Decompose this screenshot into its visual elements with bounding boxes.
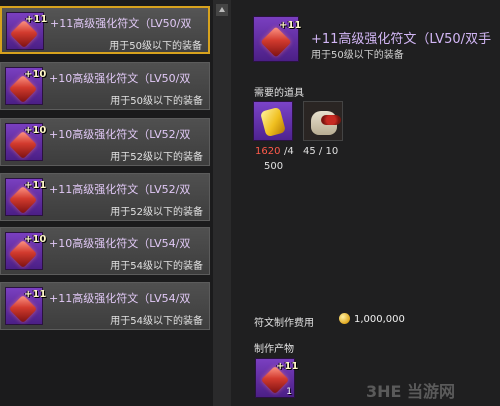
rune-level: +11: [276, 361, 299, 372]
product-label: 制作产物: [254, 344, 294, 355]
required-item-count: 45 / 10: [303, 146, 339, 157]
item-desc: 用于52级以下的装备: [110, 152, 203, 163]
product-rune-icon[interactable]: +11 1: [255, 358, 299, 398]
list-item[interactable]: +11 +11高级强化符文（LV52/双 用于52级以下的装备: [0, 173, 210, 221]
bag-icon: [311, 111, 341, 135]
item-desc: 用于54级以下的装备: [110, 316, 203, 327]
rune-level: +10: [24, 125, 47, 136]
item-desc: 用于52级以下的装备: [110, 207, 203, 218]
gem-icon: [260, 26, 292, 58]
item-title: +11高级强化符文（LV54/双: [49, 292, 191, 305]
rune-level: +10: [24, 69, 47, 80]
item-title: +10高级强化符文（LV50/双: [49, 72, 191, 85]
required-item-slot[interactable]: [253, 101, 293, 141]
detail-desc: 用于50级以下的装备: [311, 50, 404, 61]
bag-contents-icon: [321, 115, 341, 125]
rune-level: +10: [24, 234, 47, 245]
required-item-need-2: 500: [264, 161, 284, 172]
required-item-need: /4: [284, 146, 294, 157]
scroll-up-icon[interactable]: [216, 4, 228, 16]
item-title: +10高级强化符文（LV54/双: [49, 237, 191, 250]
rune-level: +11: [24, 180, 47, 191]
list-item[interactable]: +10 +10高级强化符文（LV50/双 用于50级以下的装备: [0, 62, 210, 110]
rune-icon: +11: [5, 287, 47, 325]
recipe-detail: +11 +11高级强化符文（LV50/双手 用于50级以下的装备 需要的道具 1…: [235, 0, 500, 406]
detail-rune-icon: +11: [253, 16, 302, 62]
required-item-have: 1620: [255, 146, 281, 157]
watermark: 3HE 当游网: [366, 382, 456, 401]
rune-level: +11: [24, 289, 47, 300]
list-item[interactable]: +11 +11高级强化符文（LV50/双 用于50级以下的装备: [0, 6, 210, 54]
rune-icon: +11: [6, 12, 48, 50]
product-count: 1: [286, 387, 292, 397]
gold-coin-icon: [339, 313, 350, 324]
required-item-slot[interactable]: [303, 101, 343, 141]
required-items-label: 需要的道具: [254, 88, 304, 99]
list-item[interactable]: +10 +10高级强化符文（LV54/双 用于54级以下的装备: [0, 227, 210, 275]
fee-label: 符文制作费用: [254, 318, 314, 329]
item-title: +10高级强化符文（LV52/双: [49, 128, 191, 141]
fee-value: 1,000,000: [354, 314, 405, 325]
detail-title: +11高级强化符文（LV50/双手: [311, 32, 492, 47]
list-item[interactable]: +10 +10高级强化符文（LV52/双 用于52级以下的装备: [0, 118, 210, 166]
gold-crystal-icon: [259, 106, 287, 138]
rune-level: +11: [25, 14, 48, 25]
rune-icon: +10: [5, 123, 47, 161]
rune-icon: +10: [5, 67, 47, 105]
rune-level: +11: [279, 20, 302, 31]
item-desc: 用于50级以下的装备: [109, 41, 202, 52]
rune-icon: +10: [5, 232, 47, 270]
rune-icon: +11: [5, 178, 47, 216]
scrollbar[interactable]: [213, 0, 231, 406]
recipe-list: +11 +11高级强化符文（LV50/双 用于50级以下的装备 +10 +10高…: [0, 0, 213, 406]
item-desc: 用于54级以下的装备: [110, 261, 203, 272]
item-desc: 用于50级以下的装备: [110, 96, 203, 107]
item-title: +11高级强化符文（LV50/双: [50, 17, 192, 30]
item-title: +11高级强化符文（LV52/双: [49, 183, 191, 196]
list-item[interactable]: +11 +11高级强化符文（LV54/双 用于54级以下的装备: [0, 282, 210, 330]
